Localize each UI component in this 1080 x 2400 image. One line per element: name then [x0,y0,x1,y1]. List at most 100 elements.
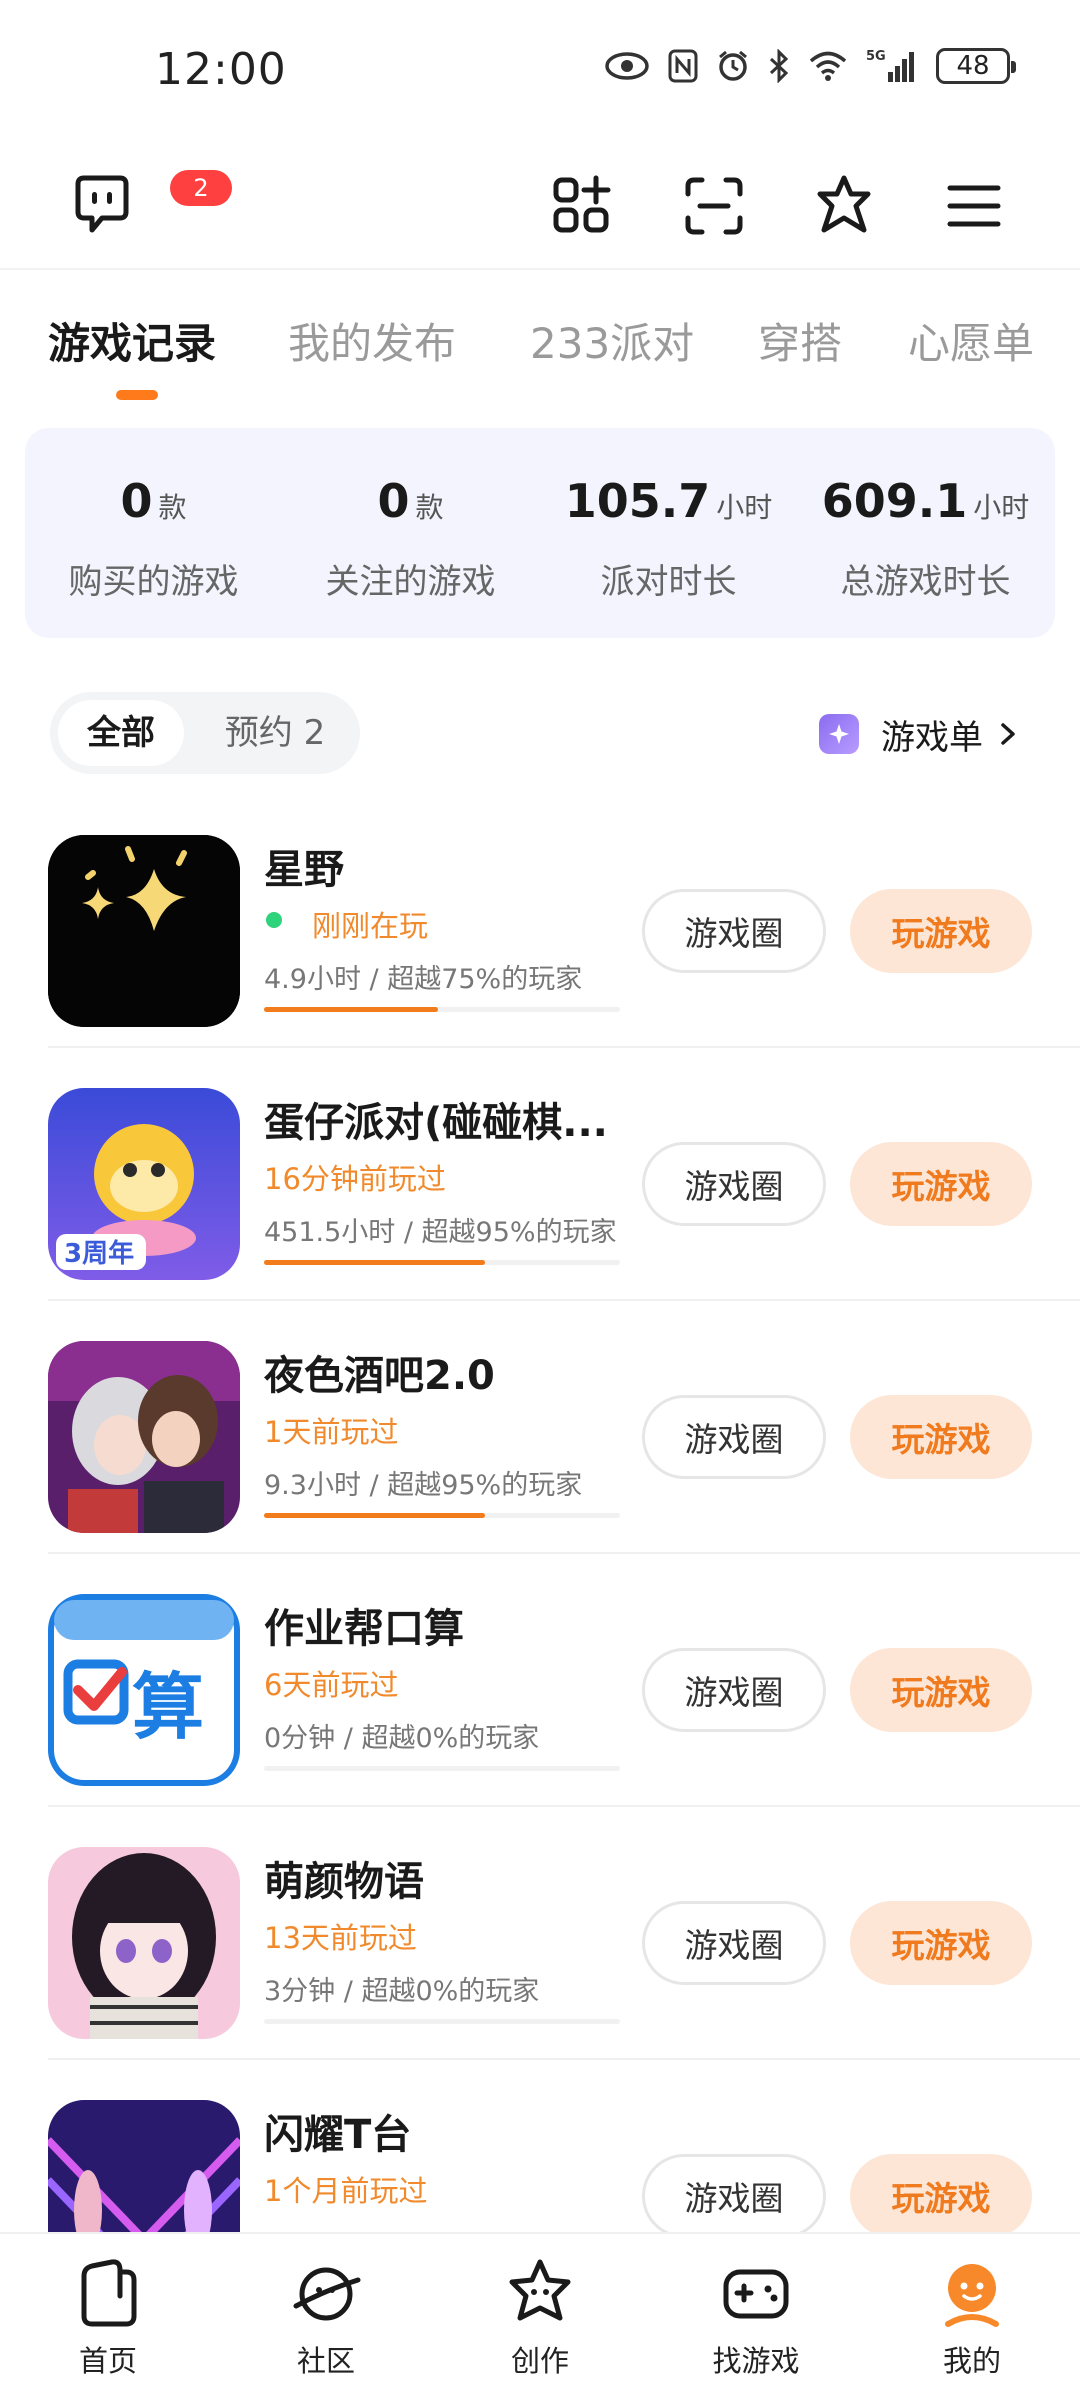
status-icons: 5G 48 [604,48,1016,84]
nfc-icon [668,49,698,83]
play-progress-bar [264,2019,620,2024]
nav-label: 我的 [942,2344,1001,2378]
nav-find-games[interactable]: 找游戏 [676,2256,836,2380]
profile-icon [945,2264,999,2327]
tab-233-party[interactable]: 233派对 [530,310,694,371]
message-count-badge: 2 [170,170,232,206]
tab-wishlist[interactable]: 心愿单 [908,310,1034,371]
alarm-icon [716,49,750,83]
stat-label: 关注的游戏 [325,562,496,602]
gamepad-icon [723,2269,789,2319]
game-list-link[interactable]: 游戏单 [819,706,1025,762]
stat-purchased-games[interactable]: 0款 购买的游戏 [25,474,282,603]
game-circle-button[interactable]: 游戏圈 [642,1142,826,1226]
eye-icon [604,51,650,81]
game-circle-button[interactable]: 游戏圈 [642,1901,826,1985]
game-row[interactable]: 3周年 蛋仔派对(碰碰棋... 16分钟前玩过 451.5小时 / 超越95%的… [0,1048,1080,1301]
stat-unit: 款 [158,491,187,524]
play-game-button[interactable]: 玩游戏 [850,1395,1032,1479]
game-circle-button[interactable]: 游戏圈 [642,1395,826,1479]
menu-icon [947,185,1001,227]
play-progress-bar [264,1007,620,1012]
play-progress-fill [264,1513,485,1518]
svg-text:3周年: 3周年 [64,1238,134,1269]
stat-party-time[interactable]: 105.7 小时 派对时长 [540,474,797,603]
play-game-button[interactable]: 玩游戏 [850,2154,1032,2235]
play-progress-bar [264,1766,620,1771]
last-played: 1天前玩过 [264,1415,399,1449]
game-record-list: 星野 刚刚在玩 4.9小时 / 超越75%的玩家 游戏圈 玩游戏 3周年 蛋仔派… [0,795,1080,2235]
chevron-right-icon [1001,723,1015,745]
game-row[interactable]: 闪耀T台 1个月前玩过 游戏圈 玩游戏 [0,2060,1080,2235]
game-row[interactable]: 萌颜物语 13天前玩过 3分钟 / 超越0%的玩家 游戏圈 玩游戏 [0,1807,1080,2060]
game-circle-button[interactable]: 游戏圈 [642,889,826,973]
play-game-button[interactable]: 玩游戏 [850,1142,1032,1226]
profile-tabs: 游戏记录 我的发布 233派对 穿搭 心愿单 [0,290,1080,410]
tab-outfits[interactable]: 穿搭 [758,310,842,371]
menu-button[interactable] [940,172,1008,240]
svg-text:算: 算 [132,1665,204,1749]
top-toolbar: 2 [0,140,1080,270]
favorites-button[interactable] [810,172,878,240]
game-circle-button[interactable]: 游戏圈 [642,1648,826,1732]
play-progress-fill [264,1007,439,1012]
nav-label: 找游戏 [712,2344,800,2378]
last-played: 1个月前玩过 [264,2174,428,2208]
scan-icon [685,177,743,235]
messages-button[interactable]: 2 [66,168,232,240]
nav-label: 创作 [510,2344,569,2378]
nav-community[interactable]: 社区 [246,2256,406,2380]
stats-card: 0款 购买的游戏 0款 关注的游戏 105.7 小时 派对时长 609.1 小时 总… [25,428,1055,638]
last-played: 6天前玩过 [264,1668,399,1702]
game-circle-button[interactable]: 游戏圈 [642,2154,826,2235]
xingye-icon [48,835,240,1027]
filter-reserved[interactable]: 预约 2 [200,700,350,766]
stat-unit: 小时 [716,491,773,524]
nav-me[interactable]: 我的 [892,2256,1052,2380]
nav-create[interactable]: 创作 [460,2256,620,2380]
scan-button[interactable] [680,172,748,240]
nav-label: 首页 [78,2344,137,2378]
filter-all[interactable]: 全部 [58,700,184,766]
eggy-party-icon: 3周年 [48,1088,240,1280]
bottom-navigation: 首页 社区 创作 找游戏 我的 [0,2232,1080,2400]
zuoyebang-icon: 算 [48,1594,240,1786]
play-progress-bar [264,1513,620,1518]
play-stats: 9.3小时 / 超越95%的玩家 [264,1470,583,1501]
nav-home[interactable]: 首页 [28,2256,188,2380]
play-game-button[interactable]: 玩游戏 [850,1901,1032,1985]
stat-total-play-time[interactable]: 609.1 小时 总游戏时长 [797,474,1054,603]
stat-unit: 小时 [973,491,1030,524]
shining-runway-icon [48,2100,240,2235]
game-name: 星野 [264,847,344,893]
stat-followed-games[interactable]: 0款 关注的游戏 [282,474,539,603]
play-game-button[interactable]: 玩游戏 [850,889,1032,973]
wifi-icon [808,50,848,82]
mengyan-icon [48,1847,240,2039]
stat-value: 0 [377,474,410,528]
signal-icon: 5G [866,48,918,84]
tab-my-posts[interactable]: 我的发布 [288,310,456,371]
play-game-button[interactable]: 玩游戏 [850,1648,1032,1732]
game-row[interactable]: 夜色酒吧2.0 1天前玩过 9.3小时 / 超越95%的玩家 游戏圈 玩游戏 [0,1301,1080,1554]
last-played: 13天前玩过 [264,1921,417,1955]
game-row[interactable]: 星野 刚刚在玩 4.9小时 / 超越75%的玩家 游戏圈 玩游戏 [0,795,1080,1048]
stat-unit: 款 [415,491,444,524]
filter-toggle: 全部 预约 2 [50,692,360,774]
game-name: 夜色酒吧2.0 [264,1353,495,1399]
community-planet-icon [293,2267,361,2321]
tab-game-records[interactable]: 游戏记录 [48,310,216,371]
game-name: 蛋仔派对(碰碰棋... [264,1100,608,1146]
create-star-icon [509,2259,571,2321]
last-played: 16分钟前玩过 [264,1162,446,1196]
apps-add-icon [553,175,611,233]
night-bar-icon [48,1341,240,1533]
chat-bubble-icon [75,175,129,233]
status-bar: 12:00 5G 48 [0,0,1080,140]
stat-label: 派对时长 [600,562,737,602]
play-stats: 4.9小时 / 超越75%的玩家 [264,964,583,995]
play-progress-fill [264,1260,485,1265]
apps-add-button[interactable] [548,172,616,240]
stat-label: 总游戏时长 [840,562,1011,602]
game-row[interactable]: 算 作业帮口算 6天前玩过 0分钟 / 超越0%的玩家 游戏圈 玩游戏 [0,1554,1080,1807]
